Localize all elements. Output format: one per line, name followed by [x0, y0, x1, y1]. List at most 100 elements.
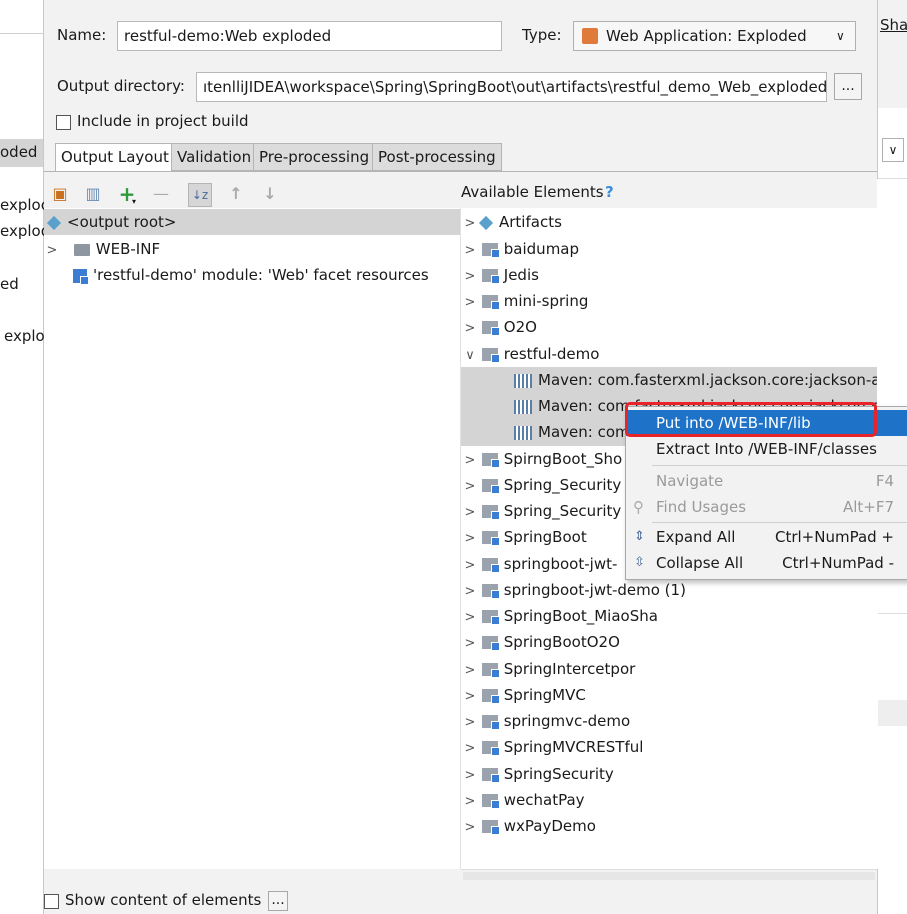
- move-up-icon[interactable]: ↑: [225, 183, 247, 205]
- tree-item-module[interactable]: > Spring_Security: [463, 472, 621, 498]
- tree-item-artifacts[interactable]: > Artifacts: [463, 209, 562, 235]
- menu-item-shortcut: Alt+F7: [842, 498, 894, 516]
- chevron-right-icon[interactable]: >: [463, 290, 477, 316]
- sort-icon[interactable]: ↓z: [188, 183, 212, 207]
- tab-post-processing[interactable]: Post-processing: [372, 143, 502, 171]
- web-app-icon: [582, 28, 598, 44]
- module-icon: [481, 715, 500, 730]
- folder-icon: [73, 243, 90, 256]
- show-content-checkbox[interactable]: [44, 894, 59, 909]
- include-in-build-checkbox[interactable]: [56, 115, 71, 130]
- chevron-right-icon[interactable]: >: [463, 238, 477, 264]
- tree-item-module[interactable]: > wechatPay: [463, 787, 585, 813]
- tree-item-module[interactable]: > Jedis: [463, 262, 539, 288]
- horizontal-scrollbar[interactable]: [461, 869, 877, 884]
- module-icon: [481, 820, 500, 835]
- module-icon: [481, 768, 500, 783]
- menu-item-shortcut: Ctrl+NumPad +: [774, 528, 894, 546]
- tree-item-module[interactable]: > SpirngBoot_Sho: [463, 446, 622, 472]
- chevron-right-icon[interactable]: >: [463, 264, 477, 290]
- chevron-right-icon[interactable]: >: [463, 815, 477, 841]
- menu-item-label: Find Usages: [656, 498, 747, 516]
- menu-item-extract-into-classes[interactable]: Extract Into /WEB-INF/classes: [626, 436, 907, 462]
- tree-item-label: WEB-INF: [95, 240, 161, 258]
- tree-item-module[interactable]: > SpringMVCRESTful: [463, 734, 643, 760]
- menu-item-find-usages[interactable]: ⚲ Find Usages Alt+F7: [626, 494, 907, 520]
- archive-icon[interactable]: ▥: [82, 183, 104, 205]
- chevron-right-icon[interactable]: >: [463, 631, 477, 657]
- chevron-right-icon[interactable]: >: [463, 579, 477, 605]
- artifact-icon: [46, 215, 62, 230]
- chevron-right-icon[interactable]: >: [463, 736, 477, 762]
- tree-item-module[interactable]: > baidumap: [463, 236, 579, 262]
- menu-item-collapse-all[interactable]: ⇳ Collapse All Ctrl+NumPad -: [626, 550, 907, 576]
- chevron-right-icon[interactable]: >: [463, 526, 477, 552]
- tree-item-module[interactable]: > Spring_Security: [463, 498, 621, 524]
- bg-fragment: ed: [0, 275, 19, 293]
- move-down-icon[interactable]: ↓: [259, 183, 281, 205]
- tree-item-label: SpringIntercetpor: [503, 660, 636, 678]
- browse-button[interactable]: ...: [834, 73, 862, 100]
- tree-item-label: Spring_Security: [503, 502, 622, 520]
- background-artifact-list: oded exploc explod ed explo: [0, 0, 50, 914]
- tree-item-module[interactable]: > springboot-jwt-: [463, 551, 617, 577]
- module-icon: [481, 663, 500, 678]
- tree-item-library[interactable]: Maven: com.fasterxml.jackson.core:jackso…: [514, 367, 877, 393]
- tree-item-facet-resources[interactable]: 'restful-demo' module: 'Web' facet resou…: [73, 262, 429, 288]
- tree-item-label: Spring_Security: [503, 476, 622, 494]
- tree-item-label: 'restful-demo' module: 'Web' facet resou…: [93, 266, 429, 284]
- output-directory-label: Output directory:: [57, 77, 185, 95]
- tree-item-module[interactable]: > SpringMVC: [463, 682, 586, 708]
- tree-item-label: SpringBootO2O: [503, 633, 620, 651]
- chevron-right-icon[interactable]: >: [463, 684, 477, 710]
- tree-item-label: wxPayDemo: [503, 817, 596, 835]
- chevron-right-icon[interactable]: >: [463, 500, 477, 526]
- tab-pre-processing[interactable]: Pre-processing: [253, 143, 376, 171]
- tree-item-module[interactable]: > SpringIntercetpor: [463, 656, 635, 682]
- remove-icon[interactable]: —: [150, 183, 172, 205]
- name-input[interactable]: restful-demo:Web exploded: [117, 21, 502, 51]
- tab-output-layout[interactable]: Output Layout: [55, 143, 175, 171]
- chevron-right-icon[interactable]: >: [463, 789, 477, 815]
- tab-validation[interactable]: Validation: [171, 143, 258, 171]
- chevron-right-icon[interactable]: >: [463, 763, 477, 789]
- chevron-right-icon[interactable]: >: [463, 710, 477, 736]
- tree-item-module[interactable]: > SpringBoot_MiaoSha: [463, 603, 658, 629]
- tree-item-output-root[interactable]: <output root>: [46, 209, 176, 235]
- bg-fragment: exploc: [0, 196, 49, 214]
- tree-item-module[interactable]: > mini-spring: [463, 288, 588, 314]
- bg-dropdown: ∨: [882, 138, 904, 162]
- tree-item-web-inf[interactable]: > WEB-INF: [45, 236, 161, 264]
- tree-item-module-expanded[interactable]: ∨ restful-demo: [463, 341, 599, 367]
- tree-item-module[interactable]: > SpringSecurity: [463, 761, 614, 787]
- chevron-right-icon[interactable]: >: [45, 238, 59, 264]
- tree-item-module[interactable]: > springboot-jwt-demo (1): [463, 577, 686, 603]
- chevron-right-icon[interactable]: >: [463, 316, 477, 342]
- chevron-right-icon[interactable]: >: [463, 211, 477, 237]
- tree-item-module[interactable]: > O2O: [463, 314, 537, 340]
- module-icon: [481, 505, 500, 520]
- show-content-options-button[interactable]: ...: [268, 891, 288, 911]
- menu-item-label: Extract Into /WEB-INF/classes: [656, 440, 877, 458]
- new-folder-icon[interactable]: ▣: [49, 183, 71, 205]
- menu-item-expand-all[interactable]: ⇕ Expand All Ctrl+NumPad +: [626, 524, 907, 550]
- tree-item-module[interactable]: > SpringBoot: [463, 524, 587, 550]
- chevron-right-icon[interactable]: >: [463, 658, 477, 684]
- chevron-right-icon[interactable]: >: [463, 553, 477, 579]
- help-icon[interactable]: ?: [605, 183, 614, 201]
- web-facet-icon: [73, 268, 89, 285]
- output-directory-input[interactable]: ıtenlliJIDEA\workspace\Spring\SpringBoot…: [196, 72, 827, 102]
- tree-item-module[interactable]: > springmvc-demo: [463, 708, 630, 734]
- tree-item-module[interactable]: > wxPayDemo: [463, 813, 596, 839]
- chevron-right-icon[interactable]: >: [463, 474, 477, 500]
- module-icon: [481, 636, 500, 651]
- menu-item-navigate[interactable]: Navigate F4: [626, 468, 907, 494]
- menu-item-label: Navigate: [656, 472, 724, 490]
- chevron-down-icon[interactable]: ∨: [463, 343, 477, 369]
- tree-item-label: mini-spring: [503, 292, 589, 310]
- module-icon: [481, 558, 500, 573]
- chevron-right-icon[interactable]: >: [463, 605, 477, 631]
- type-select[interactable]: Web Application: Exploded ∨: [573, 21, 856, 51]
- tree-item-module[interactable]: > SpringBootO2O: [463, 629, 620, 655]
- chevron-right-icon[interactable]: >: [463, 448, 477, 474]
